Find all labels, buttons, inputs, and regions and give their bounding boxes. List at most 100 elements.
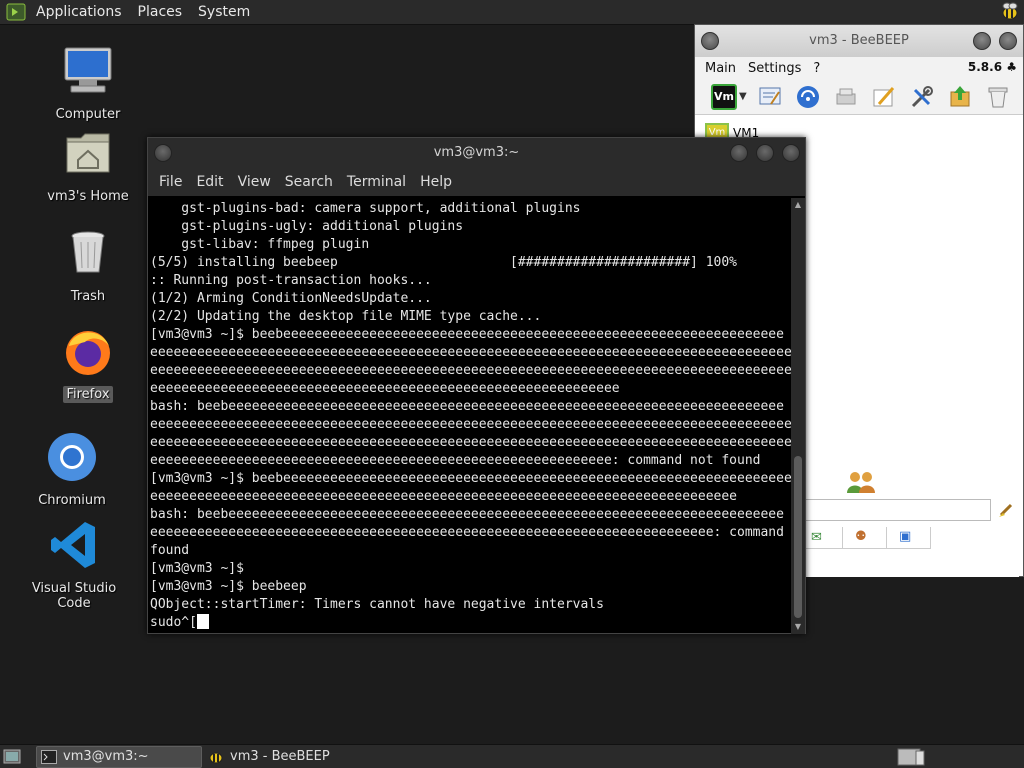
chat-edit-icon[interactable] bbox=[757, 84, 783, 110]
terminal-line: eeeeeeeeeeeeeeeeeeeeeeeeeeeeeeeeeeeeeeee… bbox=[150, 345, 791, 360]
terminal-line: bash: beebeeeeeeeeeeeeeeeeeeeeeeeeeeeeee… bbox=[150, 399, 784, 414]
scrollbar-thumb[interactable] bbox=[794, 456, 802, 618]
desktop-icon-label: Firefox bbox=[63, 386, 113, 403]
tab-files[interactable]: ▣ bbox=[887, 527, 931, 549]
terminal-scrollbar[interactable]: ▲ ▼ bbox=[791, 198, 805, 634]
terminal-line: bash: beebeeeeeeeeeeeeeeeeeeeeeeeeeeeeee… bbox=[150, 507, 784, 522]
tools-icon[interactable] bbox=[909, 84, 935, 110]
desktop-icon-chromium[interactable]: Chromium bbox=[12, 430, 132, 509]
maximize-button[interactable] bbox=[756, 144, 774, 162]
terminal-icon bbox=[41, 750, 57, 764]
bottom-taskbar: vm3@vm3:~ vm3 - BeeBEEP bbox=[0, 744, 1024, 768]
window-menu-button[interactable] bbox=[701, 32, 719, 50]
write-icon[interactable] bbox=[871, 84, 897, 110]
menu-settings[interactable]: Settings bbox=[742, 61, 807, 76]
menu-places[interactable]: Places bbox=[130, 0, 191, 25]
menu-main[interactable]: Main bbox=[699, 61, 742, 76]
print-icon[interactable] bbox=[833, 84, 859, 110]
desktop-icon-home[interactable]: vm3's Home bbox=[28, 126, 148, 205]
beebeep-titlebar[interactable]: vm3 - BeeBEEP bbox=[695, 25, 1023, 57]
terminal-line: eeeeeeeeeeeeeeeeeeeeeeeeeeeeeeeeeeeeeeee… bbox=[150, 417, 791, 432]
terminal-titlebar[interactable]: vm3@vm3:~ bbox=[148, 138, 805, 168]
beebeep-toolbar: Vm ▼ bbox=[695, 79, 1023, 115]
terminal-line: :: Running post-transaction hooks... bbox=[150, 273, 432, 288]
vscode-icon bbox=[51, 522, 95, 568]
clear-brush-icon[interactable] bbox=[997, 501, 1015, 519]
terminal-line: (1/2) Arming ConditionNeedsUpdate... bbox=[150, 291, 432, 306]
menu-help[interactable]: ? bbox=[807, 61, 826, 76]
task-label: vm3@vm3:~ bbox=[63, 749, 149, 764]
terminal-line: gst-libav: ffmpeg plugin bbox=[150, 237, 370, 252]
chat-input[interactable] bbox=[805, 499, 991, 521]
task-beebeep[interactable]: vm3 - BeeBEEP bbox=[204, 746, 384, 768]
terminal-menubar: File Edit View Search Terminal Help bbox=[148, 168, 805, 196]
terminal-line: [vm3@vm3 ~]$ beebeep bbox=[150, 579, 307, 594]
terminal-output[interactable]: gst-plugins-bad: camera support, additio… bbox=[148, 198, 791, 634]
desktop-icon-vscode[interactable]: Visual Studio Code bbox=[14, 518, 134, 612]
distro-logo-icon[interactable] bbox=[6, 2, 26, 22]
menu-view[interactable]: View bbox=[231, 174, 278, 190]
version-label: 5.8.6 ♣ bbox=[968, 60, 1017, 74]
menu-search[interactable]: Search bbox=[278, 174, 340, 190]
task-terminal[interactable]: vm3@vm3:~ bbox=[36, 746, 202, 768]
terminal-window[interactable]: vm3@vm3:~ File Edit View Search Terminal… bbox=[147, 137, 806, 634]
terminal-line: gst-plugins-bad: camera support, additio… bbox=[150, 201, 581, 216]
version-number: 5.8.6 bbox=[967, 60, 1003, 74]
menu-terminal[interactable]: Terminal bbox=[340, 174, 413, 190]
terminal-line: QObject::startTimer: Timers cannot have … bbox=[150, 597, 604, 612]
terminal-prompt-line[interactable]: sudo^[ bbox=[150, 614, 791, 632]
prompt-text: sudo^[ bbox=[150, 615, 197, 630]
menu-file[interactable]: File bbox=[152, 174, 189, 190]
menu-help[interactable]: Help bbox=[413, 174, 459, 190]
show-desktop-icon[interactable] bbox=[3, 749, 21, 764]
text-cursor bbox=[196, 614, 209, 629]
desktop-icon-label: vm3's Home bbox=[47, 189, 129, 204]
scroll-down-icon[interactable]: ▼ bbox=[793, 622, 803, 632]
desktop-icon-label: Chromium bbox=[38, 493, 106, 508]
terminal-line: (2/2) Updating the desktop file MIME typ… bbox=[150, 309, 542, 324]
beebeep-tray-icon[interactable] bbox=[1000, 2, 1020, 22]
update-icon[interactable] bbox=[947, 84, 973, 110]
vm-status-icon[interactable]: Vm bbox=[711, 83, 737, 110]
desktop-icon-label: Visual Studio Code bbox=[31, 581, 117, 611]
group-users-icon[interactable] bbox=[845, 469, 877, 495]
window-menu-button[interactable] bbox=[154, 144, 172, 162]
desktop-icon-label: Trash bbox=[70, 289, 106, 304]
menu-applications[interactable]: Applications bbox=[28, 0, 130, 25]
terminal-line: [vm3@vm3 ~]$ bbox=[150, 561, 244, 576]
maximize-button[interactable] bbox=[999, 32, 1017, 50]
trash-icon[interactable] bbox=[985, 84, 1011, 110]
beebeep-title: vm3 - BeeBEEP bbox=[809, 33, 909, 48]
tab-groups[interactable]: ⚉ bbox=[843, 527, 887, 549]
firefox-icon bbox=[66, 331, 110, 375]
terminal-line: [vm3@vm3 ~]$ beebeeeeeeeeeeeeeeeeeeeeeee… bbox=[150, 471, 791, 486]
desktop-icon-label: Computer bbox=[55, 107, 121, 122]
desktop-icon-firefox[interactable]: Firefox bbox=[28, 324, 148, 403]
minimize-button[interactable] bbox=[973, 32, 991, 50]
menu-system[interactable]: System bbox=[190, 0, 258, 25]
desktop-icon-trash[interactable]: Trash bbox=[28, 226, 148, 305]
terminal-line: gst-plugins-ugly: additional plugins bbox=[150, 219, 464, 234]
task-label: vm3 - BeeBEEP bbox=[230, 749, 330, 764]
dropdown-icon[interactable]: ▼ bbox=[739, 91, 747, 102]
top-panel: Applications Places System bbox=[0, 0, 1024, 25]
desktop-icon-computer[interactable]: Computer bbox=[28, 44, 148, 123]
bottom-tabs: ✉ ⚉ ▣ bbox=[799, 527, 1019, 549]
network-icon[interactable] bbox=[795, 84, 821, 110]
chromium-icon bbox=[48, 433, 96, 481]
terminal-line: eeeeeeeeeeeeeeeeeeeeeeeeeeeeeeeeeeeeeeee… bbox=[150, 525, 791, 540]
group-icon: ⚉ bbox=[855, 529, 867, 544]
terminal-line: [vm3@vm3 ~]$ beebeeeeeeeeeeeeeeeeeeeeeee… bbox=[150, 327, 784, 342]
beebeep-menubar: Main Settings ? 5.8.6 ♣ bbox=[695, 57, 1023, 79]
menu-edit[interactable]: Edit bbox=[189, 174, 230, 190]
close-button[interactable] bbox=[782, 144, 800, 162]
chat-icon: ✉ bbox=[811, 530, 822, 545]
workspace-switcher-icon[interactable] bbox=[896, 747, 926, 767]
scroll-up-icon[interactable]: ▲ bbox=[793, 200, 803, 210]
home-folder-icon bbox=[66, 133, 110, 173]
beebeep-icon bbox=[209, 752, 223, 764]
minimize-button[interactable] bbox=[730, 144, 748, 162]
terminal-line: found bbox=[150, 543, 190, 558]
terminal-line: eeeeeeeeeeeeeeeeeeeeeeeeeeeeeeeeeeeeeeee… bbox=[150, 381, 620, 396]
terminal-line: eeeeeeeeeeeeeeeeeeeeeeeeeeeeeeeeeeeeeeee… bbox=[150, 489, 737, 504]
